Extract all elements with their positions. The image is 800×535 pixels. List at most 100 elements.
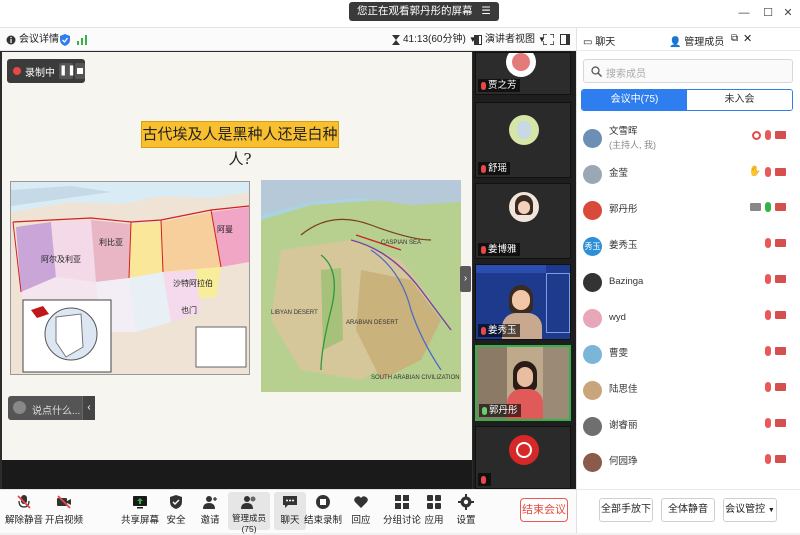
mic-off-icon — [481, 475, 486, 484]
mic-off-icon — [17, 495, 31, 509]
member-row[interactable]: 文雪晖 (主持人, 我) — [580, 120, 792, 156]
mic-off-icon[interactable] — [765, 418, 771, 428]
chat-label: 聊天 — [280, 515, 300, 526]
camera-off-icon[interactable] — [775, 275, 786, 283]
stop-recording-button[interactable] — [75, 63, 85, 79]
mic-off-icon[interactable] — [765, 454, 771, 464]
minimize-button[interactable]: — — [734, 4, 754, 22]
member-name: 金莹 — [609, 168, 629, 179]
video-tile[interactable] — [475, 426, 571, 489]
mic-off-icon[interactable] — [765, 166, 771, 177]
shield-icon[interactable] — [60, 28, 70, 51]
map-label: 也门 — [181, 306, 197, 315]
end-recording-button[interactable]: 结束录制 — [302, 492, 344, 530]
camera-off-icon[interactable] — [775, 347, 786, 355]
invite-button[interactable]: 邀请 — [190, 492, 230, 530]
video-tile[interactable]: 舒瑶 — [475, 102, 571, 178]
close-button[interactable]: ✕ — [778, 4, 798, 22]
member-row[interactable]: 郭丹彤 — [580, 192, 792, 228]
unmute-button[interactable]: 解除静音 — [2, 492, 46, 530]
reactions-button[interactable]: 回应 — [342, 492, 380, 530]
video-tile-active-speaker[interactable]: 郭丹彤 — [475, 345, 571, 421]
camera-off-icon[interactable] — [775, 455, 786, 463]
tile-name: 舒瑶 — [478, 162, 511, 175]
camera-off-icon[interactable] — [775, 203, 786, 211]
camera-off-icon[interactable] — [775, 131, 786, 139]
video-tile[interactable]: 姜博雅 — [475, 183, 571, 259]
camera-off-icon[interactable] — [775, 167, 786, 176]
mic-off-icon[interactable] — [765, 310, 771, 320]
video-tile[interactable]: 贾之芳 — [475, 52, 571, 95]
member-row[interactable]: wyd — [580, 300, 792, 336]
map-label: 阿曼 — [217, 225, 233, 234]
avatar — [583, 452, 602, 472]
member-filter-tabs: 会议中(75) 未入会 — [581, 89, 793, 111]
layout-icon — [474, 34, 482, 45]
search-placeholder: 搜索成员 — [606, 69, 646, 80]
gallery-collapse-button[interactable]: › — [460, 266, 471, 292]
lower-all-hands-button[interactable]: 全部手放下 — [599, 498, 653, 522]
manage-members-button[interactable]: 管理成员(75) — [228, 492, 270, 534]
screen-share-icon — [750, 203, 761, 211]
camera-off-icon[interactable] — [775, 239, 786, 247]
tab-not-joined[interactable]: 未入会 — [687, 90, 792, 110]
members-icon: 👤 — [669, 37, 682, 48]
member-row[interactable]: 曹雯 — [580, 336, 792, 372]
avatar: 秀玉 — [583, 236, 602, 256]
pause-recording-button[interactable]: ❚❚ — [59, 63, 76, 79]
slide-bottom-strip — [2, 460, 472, 489]
mic-on-icon[interactable] — [765, 202, 771, 212]
member-row[interactable]: 陆思佳 — [580, 372, 792, 408]
member-name: 姜秀玉 — [609, 240, 638, 251]
member-search-input[interactable]: 搜索成员 — [583, 59, 793, 83]
chevron-left-icon[interactable]: ‹ — [82, 396, 95, 420]
mute-all-button[interactable]: 全体静音 — [661, 498, 715, 522]
add-user-icon — [203, 496, 217, 509]
mic-off-icon — [481, 164, 486, 173]
recording-bar: 录制中 ❚❚ — [7, 59, 85, 83]
member-row[interactable]: Bazinga — [580, 264, 792, 300]
tab-in-meeting[interactable]: 会议中(75) — [582, 90, 687, 110]
member-row[interactable]: 秀玉 姜秀玉 — [580, 228, 792, 264]
sidebar-toggle-icon[interactable] — [560, 28, 570, 51]
fullscreen-icon[interactable] — [543, 28, 554, 51]
video-tile[interactable]: 姜秀玉 — [475, 264, 571, 340]
chat-input[interactable]: 说点什么... ‹ — [8, 396, 95, 420]
heart-icon — [354, 496, 368, 508]
viewing-banner: 您正在观看郭丹彤的屏幕 ☰ — [349, 2, 499, 21]
mic-off-icon[interactable] — [765, 130, 771, 140]
maximize-button[interactable]: ☐ — [758, 4, 778, 22]
member-name: 曹雯 — [609, 348, 629, 359]
tab-members[interactable]: 👤 管理成员 — [669, 33, 724, 48]
member-row[interactable]: 金莹 ✋ — [580, 156, 792, 192]
member-row[interactable]: 谢睿丽 — [580, 408, 792, 444]
member-name: 郭丹彤 — [609, 204, 638, 215]
menu-icon[interactable]: ☰ — [481, 5, 490, 17]
signal-icon[interactable] — [77, 28, 87, 51]
view-mode-button[interactable]: 演讲者视图 ▼ — [474, 28, 546, 51]
slide-title: 古代埃及人是黑种人还是白种人? — [141, 121, 339, 168]
avatar — [583, 344, 602, 364]
timer[interactable]: 41:13(60分钟) ▼ — [392, 28, 477, 51]
political-map: 阿尔及利亚 利比亚 阿曼 沙特阿拉伯 也门 — [10, 181, 250, 375]
start-video-button[interactable]: 开启视频 — [42, 492, 86, 530]
tab-chat[interactable]: ▭ 聊天 — [583, 33, 615, 48]
end-meeting-button[interactable]: 结束会议 — [520, 498, 568, 522]
meeting-control-button[interactable]: 会议管控 ▼ — [723, 498, 777, 522]
manage-members-label: 管理成员(75) — [231, 513, 266, 534]
camera-off-icon[interactable] — [775, 311, 786, 319]
popout-icon[interactable]: ⧉ — [731, 33, 738, 44]
member-row[interactable]: 何园琤 — [580, 444, 792, 480]
camera-off-icon[interactable] — [775, 419, 786, 427]
camera-off-icon[interactable] — [775, 383, 786, 391]
mic-off-icon[interactable] — [765, 274, 771, 284]
close-icon[interactable]: ✕ — [743, 32, 752, 45]
camera-off-icon — [57, 495, 71, 509]
member-name: 陆思佳 — [609, 384, 638, 395]
meeting-info-button[interactable]: 会议详情 — [6, 28, 59, 51]
map-label: 利比亚 — [99, 238, 123, 247]
mic-off-icon[interactable] — [765, 346, 771, 356]
settings-button[interactable]: 设置 — [446, 492, 486, 530]
mic-off-icon[interactable] — [765, 382, 771, 392]
mic-off-icon[interactable] — [765, 238, 771, 248]
